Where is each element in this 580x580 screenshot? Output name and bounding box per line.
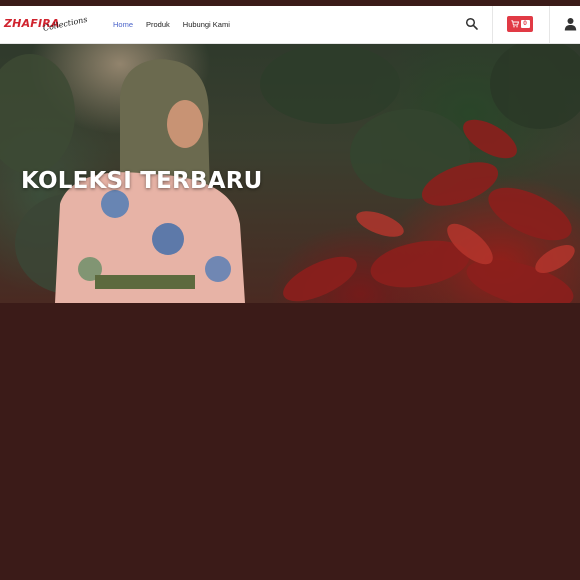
user-icon [564,18,577,31]
brand-logo[interactable]: ZHAFIRA Collections [4,11,88,41]
nav-item-produk[interactable]: Produk [146,20,170,29]
cart-button[interactable]: 0 [507,16,533,32]
search-icon [465,17,478,30]
navbar: ZHAFIRA Collections Home Produk Hubungi … [0,6,580,44]
cart-count-badge: 0 [520,20,530,28]
header-divider [549,6,550,43]
hero-title: KOLEKSI TERBARU [21,168,263,194]
nav-item-home[interactable]: Home [113,20,133,29]
search-button[interactable] [465,17,479,31]
user-account-button[interactable] [564,17,577,31]
main-nav: Home Produk Hubungi Kami [113,6,243,43]
cart-icon [510,20,519,28]
header-divider [492,6,493,43]
nav-item-hubungi-kami[interactable]: Hubungi Kami [183,20,230,29]
hero-banner: KOLEKSI TERBARU [0,44,580,303]
